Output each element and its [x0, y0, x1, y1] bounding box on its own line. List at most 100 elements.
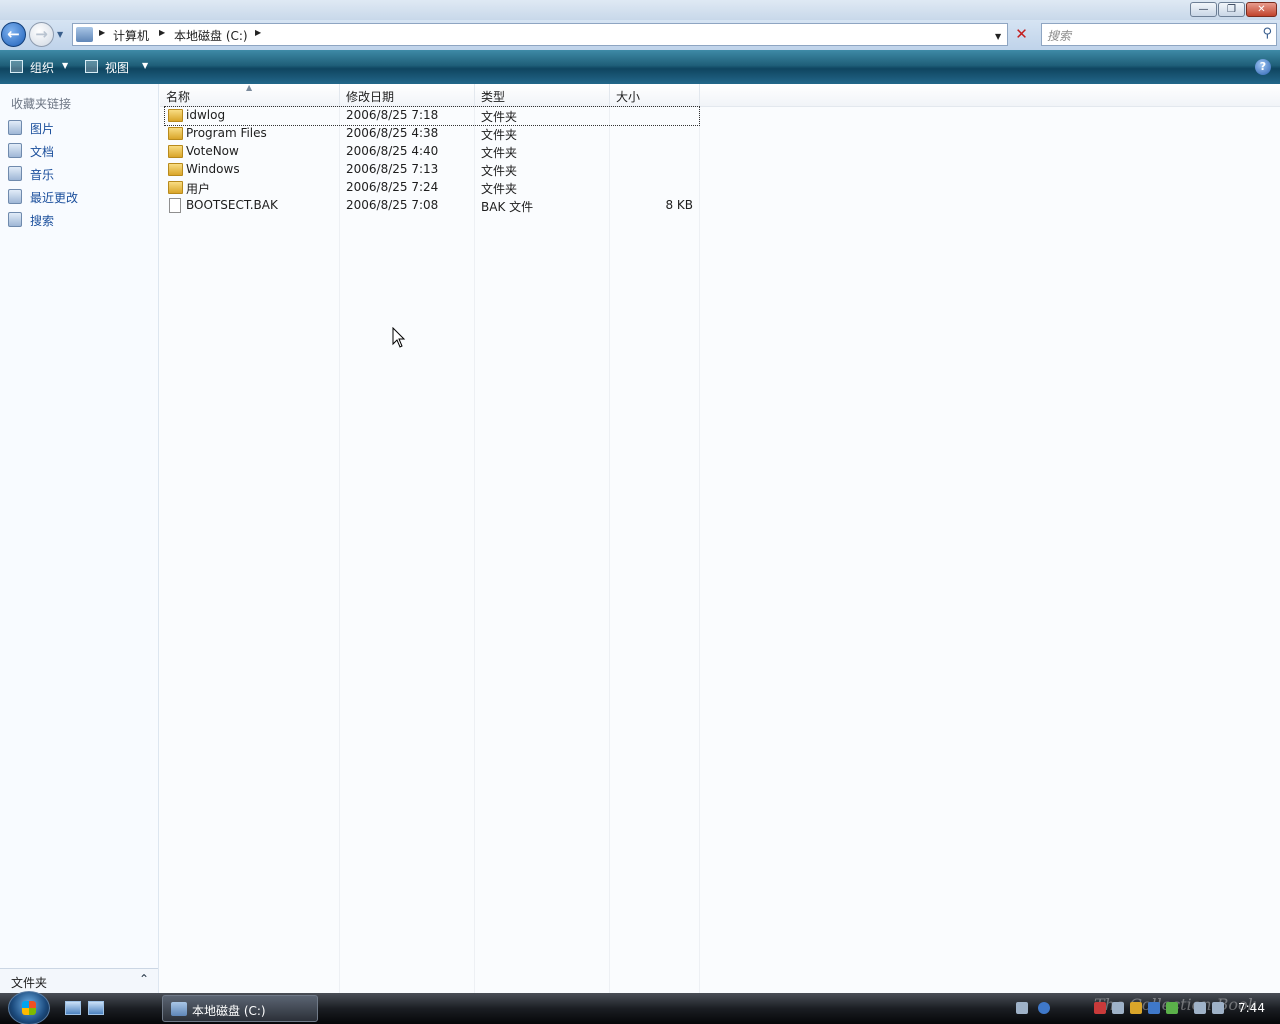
drive-icon	[171, 1002, 187, 1016]
file-name: idwlog	[186, 108, 226, 122]
help-icon: ?	[1259, 60, 1267, 73]
folder-icon	[168, 109, 183, 122]
stop-button[interactable]: ✕	[1010, 23, 1033, 46]
nav-link-documents[interactable]: 文档	[6, 141, 154, 161]
column-header-type[interactable]: 类型	[475, 84, 610, 107]
minimize-icon: —	[1198, 4, 1209, 15]
network-connection-icon[interactable]	[1194, 1002, 1206, 1014]
address-history-dropdown-icon[interactable]: ▼	[995, 32, 1001, 41]
views-dropdown-icon[interactable]: ▼	[142, 61, 148, 70]
back-button[interactable]: ←	[1, 22, 26, 47]
folders-label: 文件夹	[11, 976, 48, 990]
help-button[interactable]: ?	[1255, 59, 1271, 75]
file-list: ▲ 名称 修改日期 类型 大小 idwlog 2006/8/25 7:18 文件…	[160, 83, 1280, 993]
file-date: 2006/8/25 7:08	[346, 198, 439, 212]
breadcrumb-chevron-icon[interactable]: ▶	[159, 28, 165, 37]
column-header-size[interactable]: 大小	[610, 84, 700, 107]
column-header-label: 名称	[166, 90, 191, 104]
search-icon[interactable]: ⚲	[1262, 26, 1272, 41]
nav-link-label: 图片	[30, 122, 55, 136]
file-type: 文件夹	[481, 128, 518, 142]
network-icon[interactable]	[1112, 1002, 1124, 1014]
breadcrumb-computer[interactable]: 计算机	[113, 27, 149, 44]
views-button[interactable]: 视图	[105, 59, 129, 76]
search-input[interactable]: 搜索 ⚲	[1041, 23, 1277, 46]
file-row[interactable]: VoteNow 2006/8/25 4:40 文件夹	[165, 143, 699, 161]
security-shield-icon[interactable]	[1130, 1002, 1142, 1014]
file-name: VoteNow	[186, 144, 239, 158]
taskbar-window-button[interactable]: 本地磁盘 (C:)	[162, 995, 318, 1022]
file-date: 2006/8/25 4:40	[346, 144, 439, 158]
file-date: 2006/8/25 4:38	[346, 126, 439, 140]
breadcrumb-local-disk[interactable]: 本地磁盘 (C:)	[174, 27, 248, 44]
start-button[interactable]	[8, 991, 50, 1024]
search-placeholder: 搜索	[1047, 29, 1072, 43]
show-desktop-icon[interactable]	[65, 1001, 81, 1015]
back-arrow-icon: ←	[7, 25, 20, 43]
sort-ascending-icon: ▲	[246, 83, 253, 92]
file-type: BAK 文件	[481, 200, 534, 214]
favorite-links-heading: 收藏夹链接	[11, 97, 72, 111]
column-divider	[339, 107, 340, 993]
column-header-label: 修改日期	[346, 90, 395, 104]
minimize-button[interactable]: —	[1190, 2, 1217, 17]
views-icon	[85, 60, 98, 73]
forward-button[interactable]: →	[29, 22, 54, 47]
nav-link-label: 文档	[30, 145, 55, 159]
music-icon	[8, 166, 22, 181]
switch-windows-icon[interactable]	[88, 1001, 104, 1015]
breadcrumb-chevron-icon[interactable]: ▶	[99, 28, 105, 37]
file-date: 2006/8/25 7:13	[346, 162, 439, 176]
nav-link-recently-changed[interactable]: 最近更改	[6, 187, 154, 207]
file-row[interactable]: Program Files 2006/8/25 4:38 文件夹	[165, 125, 699, 143]
recently-changed-icon	[8, 189, 22, 204]
taskbar: 本地磁盘 (C:) The Collection Book 7:44	[0, 991, 1280, 1024]
nav-link-pictures[interactable]: 图片	[6, 118, 154, 138]
nav-link-music[interactable]: 音乐	[6, 164, 154, 184]
pictures-icon	[8, 120, 22, 135]
address-row: ← → ▼ ▶ 计算机 ▶ 本地磁盘 (C:) ▶ ▼ ✕ 搜索 ⚲	[0, 20, 1280, 50]
chevron-up-icon: ⌃	[139, 972, 150, 986]
address-bar[interactable]: ▶ 计算机 ▶ 本地磁盘 (C:) ▶ ▼	[72, 23, 1008, 46]
folders-toggle[interactable]: 文件夹 ⌃	[0, 968, 158, 993]
maximize-button[interactable]: ❐	[1218, 2, 1245, 17]
close-button[interactable]: ✕	[1246, 2, 1277, 17]
windows-logo-icon	[22, 1001, 36, 1015]
file-row[interactable]: 用户 2006/8/25 7:24 文件夹	[165, 179, 699, 197]
file-row[interactable]: idwlog 2006/8/25 7:18 文件夹	[164, 106, 700, 126]
clock[interactable]: 7:44	[1238, 1001, 1265, 1015]
document-icon	[169, 198, 181, 213]
volume-icon[interactable]	[1212, 1002, 1224, 1014]
file-name: Windows	[186, 162, 240, 176]
column-divider	[609, 107, 610, 993]
organize-button[interactable]: 组织	[30, 59, 54, 76]
update-icon[interactable]	[1166, 1002, 1178, 1014]
mouse-cursor-icon	[392, 327, 406, 348]
taskbar-window-label: 本地磁盘 (C:)	[192, 1004, 266, 1018]
column-header-date-modified[interactable]: 修改日期	[340, 84, 475, 107]
restore-icon: ❐	[1227, 4, 1236, 15]
nav-link-label: 音乐	[30, 168, 55, 182]
file-date: 2006/8/25 7:18	[346, 108, 439, 122]
command-toolbar: 组织 ▼ 视图 ▼ ?	[0, 50, 1280, 84]
help-tray-icon[interactable]	[1038, 1002, 1050, 1014]
searches-icon	[8, 212, 22, 227]
nav-link-label: 最近更改	[30, 191, 79, 205]
nav-link-label: 搜索	[30, 214, 55, 228]
nav-link-searches[interactable]: 搜索	[6, 210, 154, 230]
file-name: Program Files	[186, 126, 267, 140]
error-tray-icon[interactable]	[1094, 1002, 1106, 1014]
organize-dropdown-icon[interactable]: ▼	[62, 61, 68, 70]
column-header-name[interactable]: ▲ 名称	[160, 83, 340, 107]
file-row[interactable]: Windows 2006/8/25 7:13 文件夹	[165, 161, 699, 179]
column-divider	[474, 107, 475, 993]
display-icon[interactable]	[1148, 1002, 1160, 1014]
organize-icon	[10, 60, 23, 73]
file-type: 文件夹	[481, 182, 518, 196]
file-date: 2006/8/25 7:24	[346, 180, 439, 194]
file-row[interactable]: BOOTSECT.BAK 2006/8/25 7:08 BAK 文件 8 KB	[165, 197, 699, 215]
keyboard-icon[interactable]	[1016, 1002, 1028, 1014]
breadcrumb-chevron-icon[interactable]: ▶	[255, 28, 261, 37]
recent-pages-dropdown[interactable]: ▼	[57, 30, 67, 40]
file-type: 文件夹	[481, 110, 518, 124]
